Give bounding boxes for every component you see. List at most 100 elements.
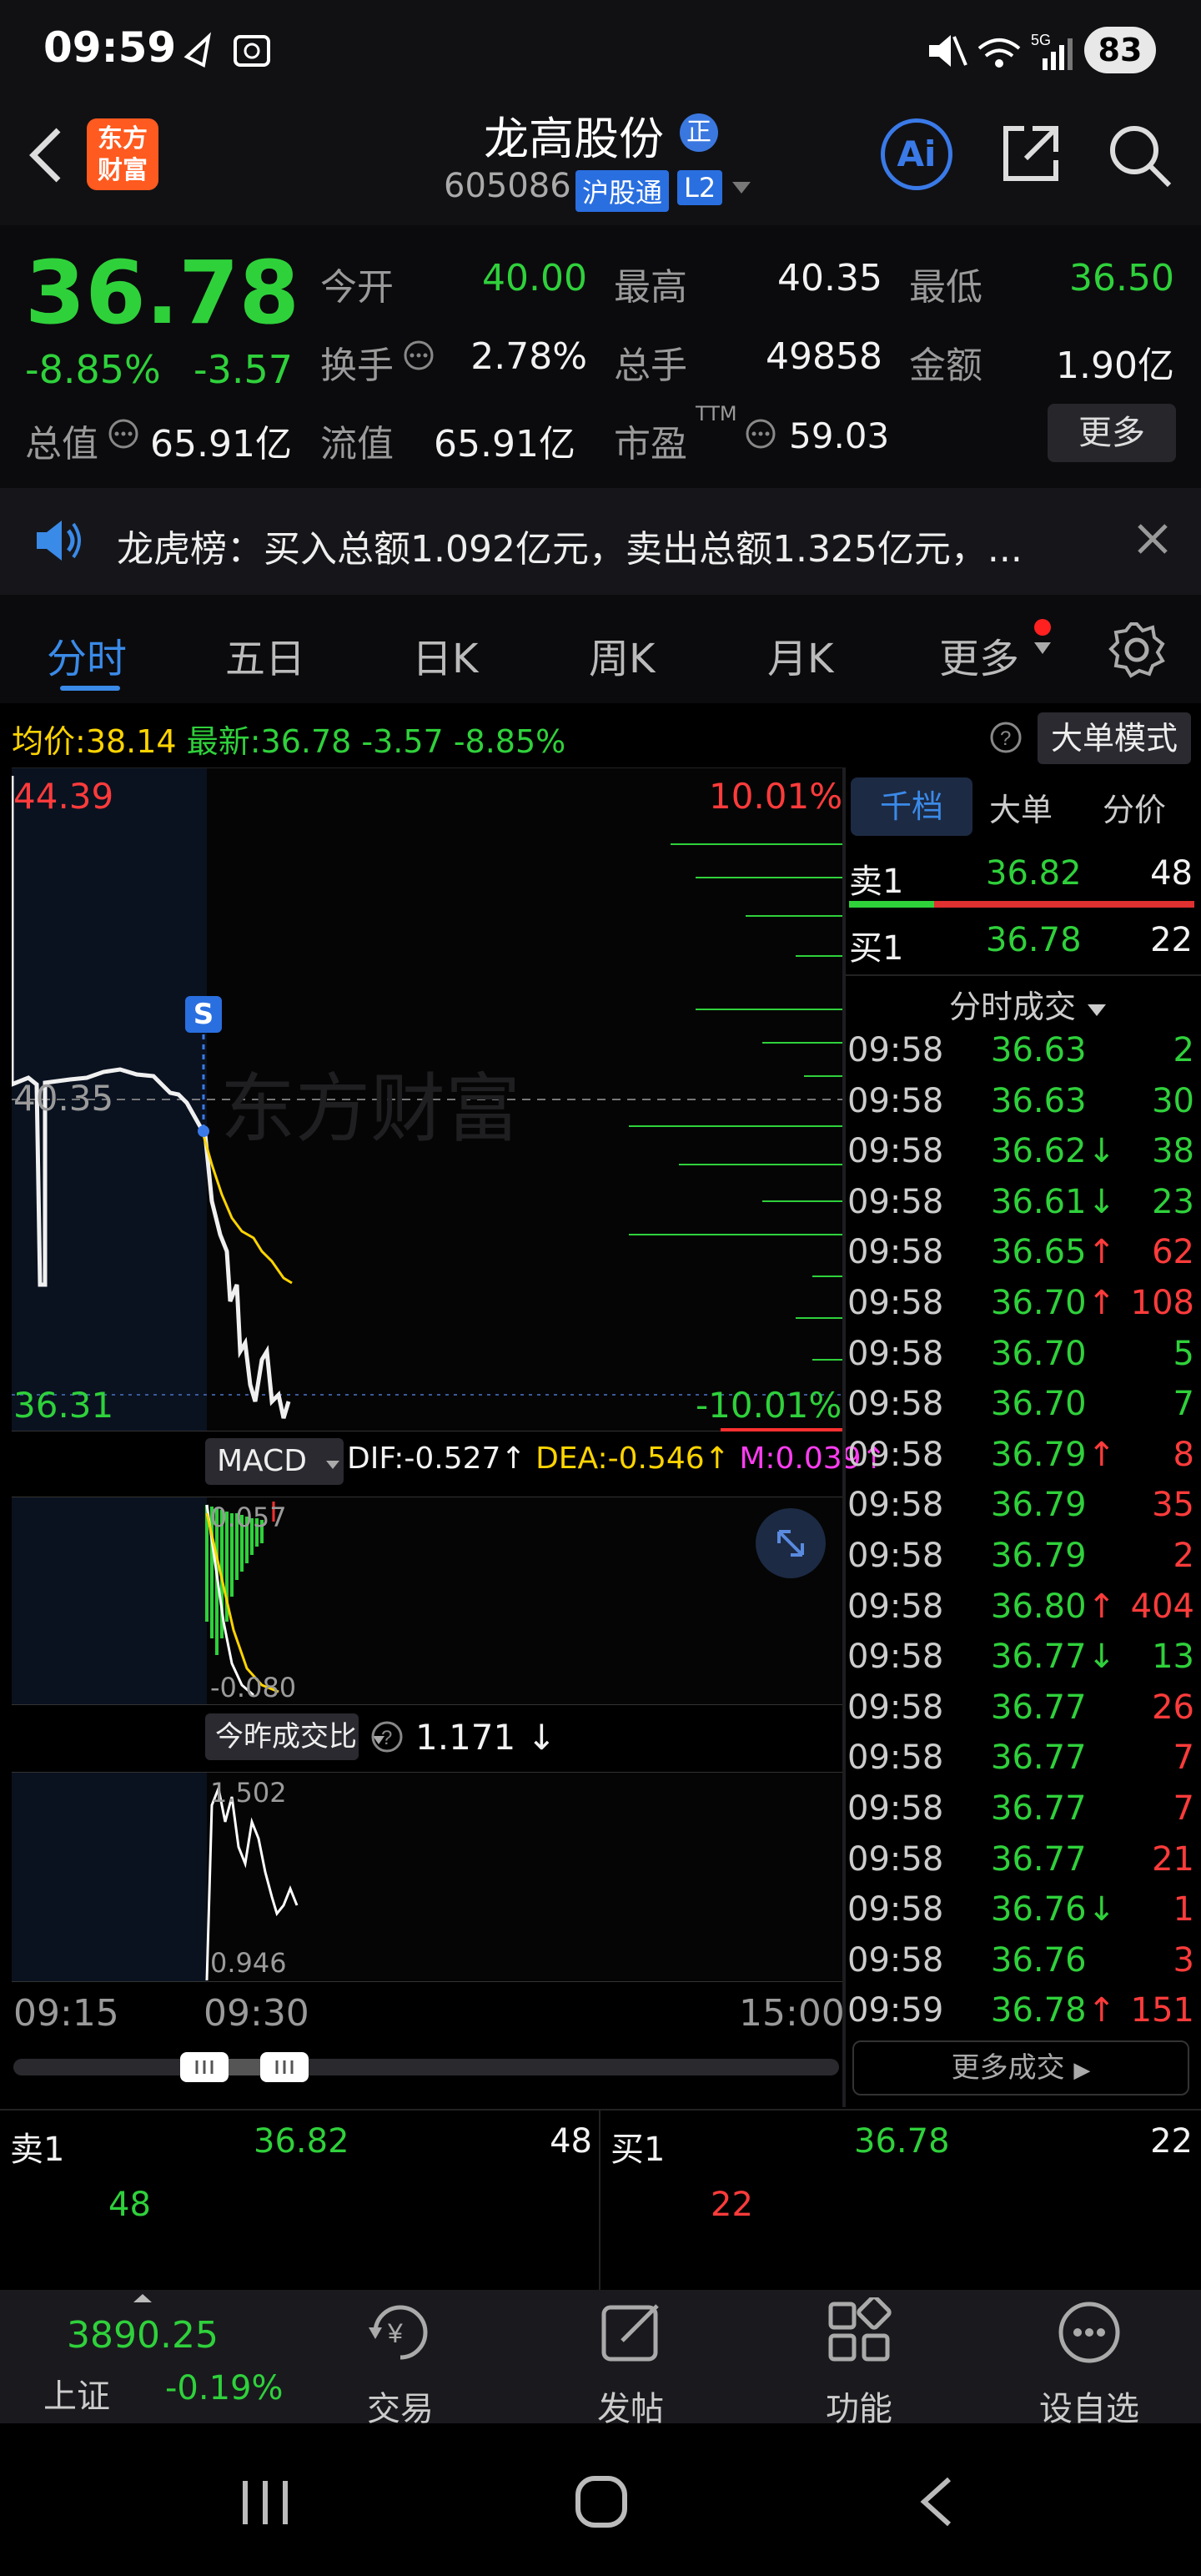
ai-button[interactable]: Ai <box>881 118 952 190</box>
stock-type-badge: 正 <box>680 113 718 152</box>
bottom-buy1-price: 36.78 <box>854 2122 950 2161</box>
tick-time: 09:58 <box>847 1638 944 1677</box>
open-value: 40.00 <box>482 257 587 299</box>
tick-time: 09:59 <box>847 1991 944 2030</box>
macd-chart[interactable] <box>12 1497 842 1705</box>
notification-icons <box>183 32 270 68</box>
tick-time: 09:58 <box>847 1789 944 1828</box>
tick-time: 09:58 <box>847 1233 944 1272</box>
tab-price-distribution[interactable]: 分价 <box>1103 784 1166 830</box>
share-icon[interactable] <box>999 122 1063 185</box>
sidebar-sell1-volume: 48 <box>1150 854 1193 893</box>
tick-row: 09:58 36.70 ↑ 108 <box>847 1284 1198 1335</box>
close-icon[interactable] <box>1136 522 1169 556</box>
total-value: 65.91亿 <box>150 423 292 465</box>
index-value[interactable]: 3890.25 <box>67 2314 219 2357</box>
back-arrow-icon[interactable] <box>25 125 67 185</box>
tick-row: 09:58 36.79 35 <box>847 1486 1198 1537</box>
search-icon[interactable] <box>1106 122 1173 189</box>
sidebar-separator <box>846 974 1201 976</box>
tick-volume: 26 <box>1152 1688 1194 1727</box>
tick-row: 09:58 36.77 7 <box>847 1789 1198 1840</box>
more-options-icon[interactable] <box>1054 2297 1124 2367</box>
chart-range-track[interactable] <box>13 2059 839 2075</box>
bottom-sell1-volume: 48 <box>550 2122 592 2161</box>
post-edit-icon[interactable] <box>597 2297 667 2367</box>
status-time: 09:59 <box>43 23 177 72</box>
expand-chart-button[interactable] <box>756 1508 826 1578</box>
tick-price: 36.79 <box>991 1435 1087 1474</box>
help-icon[interactable]: ? <box>370 1720 404 1753</box>
tick-time: 09:58 <box>847 1940 944 1980</box>
tick-direction-arrow: ↓ <box>1088 1638 1116 1677</box>
tab-big-orders[interactable]: 大单 <box>989 784 1053 830</box>
tick-price: 36.62 <box>991 1132 1087 1171</box>
volume-label: 总手 <box>614 345 687 387</box>
eastmoney-logo[interactable]: 东方 财富 <box>87 118 158 190</box>
avg-value: 38.14 <box>85 723 177 760</box>
macd-indicator-button[interactable]: MACD <box>205 1438 344 1485</box>
tick-price: 36.77 <box>991 1839 1087 1879</box>
tick-time: 09:58 <box>847 1081 944 1120</box>
tick-time: 09:58 <box>847 1132 944 1171</box>
tick-row: 09:58 36.62 ↓ 38 <box>847 1132 1198 1183</box>
tick-time: 09:58 <box>847 1031 944 1069</box>
tick-time: 09:58 <box>847 1738 944 1778</box>
more-ticks-button[interactable]: 更多成交 ▶ <box>852 2040 1189 2096</box>
home-icon[interactable] <box>574 2474 629 2529</box>
ticks-title-dropdown[interactable]: 分时成交 <box>949 981 1108 1027</box>
trade-icon[interactable]: ¥ <box>365 2297 435 2367</box>
chevron-up-icon[interactable] <box>132 2292 153 2304</box>
help-icon[interactable]: ? <box>989 721 1023 754</box>
range-handle-left[interactable] <box>180 2052 229 2082</box>
tick-row: 09:58 36.80 ↑ 404 <box>847 1587 1198 1638</box>
tick-time: 09:58 <box>847 1688 944 1727</box>
notice-text[interactable]: 龙虎榜：买入总额1.092亿元，卖出总额1.325亿元，... <box>117 519 1076 572</box>
tick-direction-arrow: ↓ <box>1088 1132 1116 1171</box>
index-name[interactable]: 上证 <box>43 2369 110 2418</box>
bottom-buy1-volume: 22 <box>1150 2122 1193 2161</box>
recent-apps-icon[interactable] <box>239 2478 294 2528</box>
tab-more[interactable]: 更多 <box>939 626 1019 684</box>
tick-price: 36.77 <box>991 1638 1087 1677</box>
tab-intraday[interactable]: 分时 <box>47 626 127 684</box>
tick-price: 36.65 <box>991 1233 1087 1272</box>
ticks-list[interactable]: 09:58 36.63 2 09:58 36.63 30 09:58 36.62 ↓ 38 09:5… <box>847 1031 1198 2042</box>
tab-five-day[interactable]: 五日 <box>225 626 305 684</box>
tick-time: 09:58 <box>847 1435 944 1474</box>
chevron-down-icon <box>1088 1004 1107 1016</box>
low-label: 最低 <box>909 266 982 309</box>
back-icon[interactable] <box>916 2474 957 2529</box>
turnover-label: 换手 <box>320 345 394 387</box>
functions-grid-icon[interactable] <box>826 2297 896 2367</box>
intraday-price-chart[interactable]: 东方财富 <box>12 767 842 1431</box>
stock-code: 605086 <box>444 167 571 205</box>
volume-ratio-chart[interactable] <box>12 1772 842 1982</box>
settings-gear-icon[interactable] <box>1106 619 1168 681</box>
info-circle-icon[interactable] <box>744 417 777 450</box>
sell-signal-marker[interactable]: S <box>185 996 222 1033</box>
info-circle-icon[interactable] <box>402 339 435 372</box>
tab-monthly-k[interactable]: 月K <box>767 626 833 684</box>
tick-volume: 3 <box>1173 1940 1194 1980</box>
float-value: 65.91亿 <box>434 423 575 465</box>
tick-price: 36.78 <box>991 1991 1087 2030</box>
volume-ratio-button[interactable]: 今昨成交比 <box>205 1713 384 1760</box>
chevron-down-icon[interactable] <box>1033 641 1053 656</box>
index-change[interactable]: -0.19% <box>165 2369 284 2407</box>
range-handle-right[interactable] <box>260 2052 309 2082</box>
tick-time: 09:58 <box>847 1890 944 1929</box>
big-order-mode-button[interactable]: 大单模式 <box>1038 712 1191 764</box>
turnover-value: 2.78% <box>470 335 587 378</box>
info-circle-icon[interactable] <box>107 417 140 450</box>
chevron-down-icon[interactable] <box>731 180 752 195</box>
tab-weekly-k[interactable]: 周K <box>589 626 655 684</box>
sidebar-sell1-price: 36.82 <box>986 854 1082 893</box>
tick-volume: 30 <box>1152 1081 1194 1120</box>
expand-icon <box>777 1530 804 1557</box>
more-quote-button[interactable]: 更多 <box>1048 404 1176 462</box>
tab-daily-k[interactable]: 日K <box>412 626 478 684</box>
tab-thousand-levels[interactable]: 千档 <box>851 777 972 836</box>
tick-row: 09:58 36.76 3 <box>847 1941 1198 1992</box>
svg-text:5G: 5G <box>1031 32 1051 48</box>
